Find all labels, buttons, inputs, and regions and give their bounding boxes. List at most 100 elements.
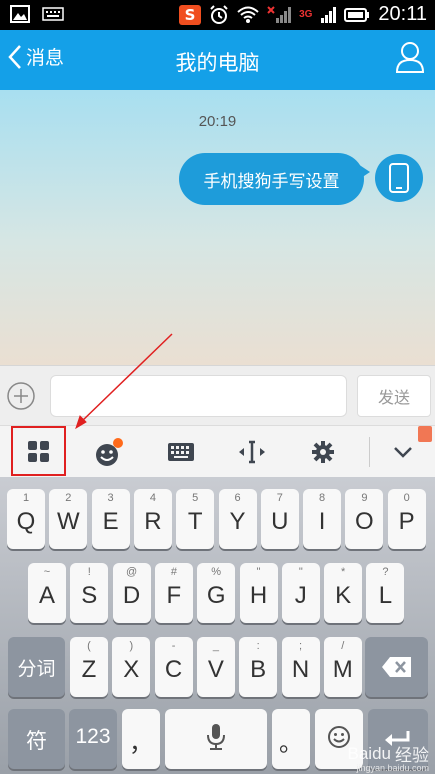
gallery-icon <box>10 5 30 23</box>
key-hint: - <box>171 640 176 652</box>
key-label: D <box>122 582 141 609</box>
microphone-icon <box>207 724 225 750</box>
key-g[interactable]: % G <box>197 563 236 623</box>
message-bubble[interactable]: 手机搜狗手写设置 <box>179 153 364 205</box>
key-n[interactable]: ; N <box>281 637 320 697</box>
key-t[interactable]: 5T <box>176 489 215 549</box>
key-hint: ( <box>87 640 91 652</box>
highlight-box <box>11 426 66 476</box>
space-voice-key[interactable] <box>165 709 267 769</box>
status-left-icons <box>10 5 64 23</box>
key-c[interactable]: -C <box>154 637 193 697</box>
key-label: U <box>271 508 289 535</box>
backspace-key[interactable] <box>365 637 428 697</box>
alarm-icon <box>210 4 228 24</box>
key-hint: 7 <box>276 492 283 504</box>
key-label: K <box>335 582 352 609</box>
key-m[interactable]: / M <box>323 637 362 697</box>
keyboard-switch-button[interactable] <box>156 426 206 478</box>
signal-icon <box>267 5 292 23</box>
bubble-tail <box>358 164 370 180</box>
period-key[interactable]: 。 <box>272 709 310 769</box>
key-label: Q <box>16 508 36 535</box>
key-hint: _ <box>212 640 219 652</box>
key-hint: 5 <box>192 492 199 504</box>
signal-2-icon <box>321 6 337 23</box>
comma-key-label: ， <box>129 730 153 757</box>
wifi-icon <box>237 6 259 23</box>
symbol-key[interactable]: 符 <box>8 709 65 769</box>
baidu-watermark: Baidu 经验 jingyan.baidu.com <box>348 741 429 774</box>
key-l[interactable]: ? L <box>366 563 405 623</box>
key-e[interactable]: 3E <box>91 489 130 549</box>
sogou-icon: S <box>179 4 202 25</box>
key-v[interactable]: _ V <box>196 637 235 697</box>
phone-icon <box>389 163 409 193</box>
key-label: G <box>206 582 226 609</box>
key-hint: 1 <box>22 492 30 504</box>
key-label: M <box>332 656 353 683</box>
key-b[interactable]: :B <box>239 637 278 697</box>
status-time: 20:11 <box>378 3 427 25</box>
key-u[interactable]: 7U <box>260 489 299 549</box>
send-button[interactable]: 发送 <box>357 375 431 417</box>
backspace-icon <box>382 657 411 677</box>
key-i[interactable]: 8I <box>303 489 342 549</box>
message-timestamp: 20:19 <box>198 113 237 130</box>
cursor-move-button[interactable] <box>227 426 277 478</box>
keyboard-icon <box>168 443 194 461</box>
key-p[interactable]: 0P <box>387 489 426 549</box>
key-j[interactable]: " J <box>281 563 320 623</box>
settings-button[interactable] <box>298 426 348 478</box>
key-a[interactable]: ~ A <box>28 563 66 623</box>
key-label: S <box>81 582 98 609</box>
plus-circle-icon <box>7 382 35 410</box>
key-label: A <box>38 582 55 609</box>
key-hint: : <box>256 640 260 652</box>
key-hint: @ <box>126 566 138 578</box>
title-bar: 消息 我的电脑 <box>0 30 435 90</box>
key-q[interactable]: 1Q <box>7 489 45 549</box>
toolbar-divider <box>369 437 370 467</box>
profile-button[interactable] <box>395 41 425 77</box>
device-avatar[interactable] <box>375 154 423 202</box>
key-s[interactable]: ! S <box>70 563 109 623</box>
segment-key[interactable]: 分词 <box>8 637 65 697</box>
sogou-corner-icon <box>418 426 432 442</box>
key-o[interactable]: 9O <box>345 489 384 549</box>
keyboard-status-icon <box>42 7 64 21</box>
segment-key-label: 分词 <box>17 659 56 680</box>
key-label: X <box>123 656 140 683</box>
key-r[interactable]: 4R <box>133 489 172 549</box>
key-y[interactable]: 6Y <box>218 489 257 549</box>
number-key[interactable]: 123 <box>69 709 117 769</box>
key-label: I <box>318 508 326 535</box>
person-icon <box>395 42 425 73</box>
key-label: P <box>398 508 415 535</box>
key-d[interactable]: @ D <box>112 563 151 623</box>
key-hint: % <box>211 566 222 578</box>
key-h[interactable]: " H <box>239 563 278 623</box>
key-x[interactable]: ) X <box>112 637 151 697</box>
key-hint: ~ <box>43 566 51 578</box>
message-input[interactable] <box>50 375 347 417</box>
comma-key[interactable]: ， <box>122 709 160 769</box>
key-f[interactable]: # F <box>154 563 193 623</box>
key-hint: ! <box>87 566 91 578</box>
key-z[interactable]: (Z <box>70 637 108 697</box>
key-hint: ? <box>382 566 389 578</box>
key-label: V <box>207 656 224 683</box>
key-hint: 4 <box>149 492 156 504</box>
key-k[interactable]: * K <box>324 563 363 623</box>
key-label: W <box>56 508 80 535</box>
key-hint: 8 <box>319 492 326 504</box>
number-key-label: 123 <box>75 725 111 748</box>
add-attachment-button[interactable] <box>6 381 36 415</box>
status-bar: S 3G 20:11 <box>0 0 435 30</box>
period-key-label: 。 <box>279 730 303 757</box>
emoji-button[interactable] <box>85 426 135 478</box>
key-hint: 2 <box>65 492 72 504</box>
cursor-move-icon <box>239 440 265 464</box>
key-hint: 9 <box>361 492 368 504</box>
key-w[interactable]: 2W <box>49 489 88 549</box>
